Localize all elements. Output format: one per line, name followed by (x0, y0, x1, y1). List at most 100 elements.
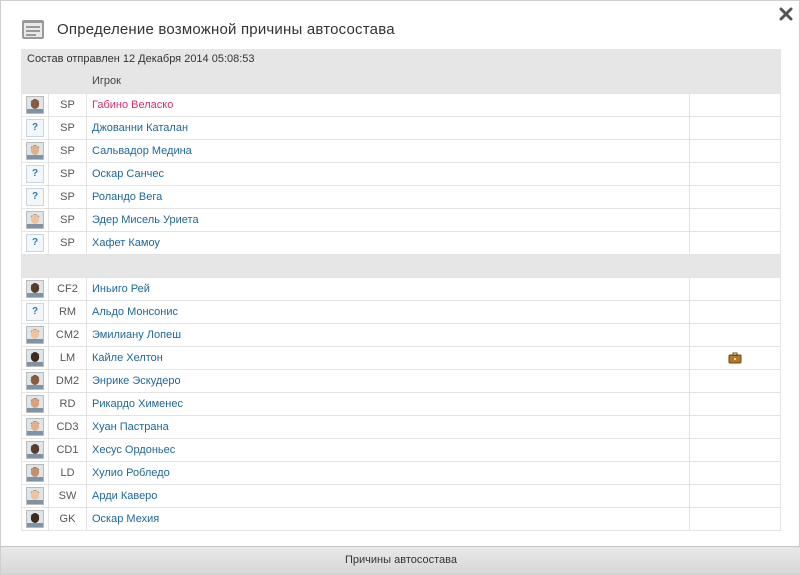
avatar (26, 96, 44, 114)
folder-icon (21, 17, 45, 41)
position-cell: SP (48, 139, 87, 163)
extra-cell (689, 484, 781, 508)
avatar-cell (21, 461, 49, 485)
player-name-link[interactable]: Кайле Хелтон (86, 346, 690, 370)
avatar-cell (21, 392, 49, 416)
position-cell: SP (48, 185, 87, 209)
player-name-link[interactable]: Энрике Эскудеро (86, 369, 690, 393)
table-row: ? SP Оскар Санчес (21, 162, 781, 186)
position-cell: LD (48, 461, 87, 485)
avatar-cell (21, 484, 49, 508)
table-row: SW Арди Каверо (21, 484, 781, 508)
table-row: CD1 Хесус Ордоньес (21, 438, 781, 462)
avatar-cell (21, 438, 49, 462)
table-row: ? SP Роландо Вега (21, 185, 781, 209)
position-cell: CD1 (48, 438, 87, 462)
avatar (26, 349, 44, 367)
avatar-cell (21, 507, 49, 531)
player-name-link[interactable]: Хуан Пастрана (86, 415, 690, 439)
briefcase-icon[interactable] (728, 352, 742, 364)
position-cell: SP (48, 116, 87, 140)
avatar (26, 510, 44, 528)
table-header: Игрок (21, 69, 781, 93)
extra-cell (689, 208, 781, 232)
extra-cell (689, 162, 781, 186)
table-row: LD Хулио Робледо (21, 461, 781, 485)
extra-cell (689, 277, 781, 301)
extra-cell (689, 323, 781, 347)
player-name-link[interactable]: Иньиго Рей (86, 277, 690, 301)
player-name-link[interactable]: Габино Веласко (86, 93, 690, 117)
avatar-cell (21, 93, 49, 117)
table-row: CD3 Хуан Пастрана (21, 415, 781, 439)
player-name-link[interactable]: Альдо Монсонис (86, 300, 690, 324)
avatar-cell (21, 369, 49, 393)
reasons-button-label: Причины автосостава (345, 554, 457, 566)
player-name-link[interactable]: Рикардо Хименес (86, 392, 690, 416)
table-row: ? RM Альдо Монсонис (21, 300, 781, 324)
avatar (26, 487, 44, 505)
position-cell: SW (48, 484, 87, 508)
sent-timestamp: Состав отправлен 12 Декабря 2014 05:08:5… (21, 49, 781, 69)
extra-cell (689, 392, 781, 416)
player-name-link[interactable]: Сальвадор Медина (86, 139, 690, 163)
avatar (26, 211, 44, 229)
extra-cell (689, 438, 781, 462)
player-name-link[interactable]: Арди Каверо (86, 484, 690, 508)
position-cell: SP (48, 208, 87, 232)
dialog-header: Определение возможной причины автосостав… (21, 14, 781, 44)
extra-cell (689, 185, 781, 209)
player-name-link[interactable]: Джованни Каталан (86, 116, 690, 140)
table-row: DM2 Энрике Эскудеро (21, 369, 781, 393)
extra-cell (689, 231, 781, 255)
extra-cell (689, 369, 781, 393)
page-title: Определение возможной причины автосостав… (57, 20, 395, 38)
player-name-link[interactable]: Эдер Мисель Уриета (86, 208, 690, 232)
group-separator (21, 254, 781, 278)
table-row: ? SP Джованни Каталан (21, 116, 781, 140)
players-table: SP Габино Веласко? SP Джованни Каталан SP Сал… (21, 93, 781, 531)
player-name-link[interactable]: Хулио Робледо (86, 461, 690, 485)
avatar-cell (21, 323, 49, 347)
avatar (26, 372, 44, 390)
avatar-cell (21, 208, 49, 232)
unknown-avatar-icon: ? (26, 188, 44, 206)
position-cell: DM2 (48, 369, 87, 393)
table-row: CM2 Эмилиану Лопеш (21, 323, 781, 347)
reasons-button[interactable]: Причины автосостава (1, 546, 800, 574)
position-cell: CD3 (48, 415, 87, 439)
extra-cell (689, 461, 781, 485)
player-name-link[interactable]: Оскар Мехия (86, 507, 690, 531)
player-name-link[interactable]: Хесус Ордоньес (86, 438, 690, 462)
unknown-avatar-icon: ? (26, 234, 44, 252)
unknown-avatar-icon: ? (26, 119, 44, 137)
table-row: SP Эдер Мисель Уриета (21, 208, 781, 232)
extra-cell (689, 415, 781, 439)
avatar-cell: ? (21, 116, 49, 140)
avatar (26, 326, 44, 344)
table-row: LM Кайле Хелтон (21, 346, 781, 370)
player-name-link[interactable]: Эмилиану Лопеш (86, 323, 690, 347)
table-row: GK Оскар Мехия (21, 507, 781, 531)
unknown-avatar-icon: ? (26, 303, 44, 321)
avatar-cell (21, 346, 49, 370)
extra-cell (689, 300, 781, 324)
player-name-link[interactable]: Оскар Санчес (86, 162, 690, 186)
lineup-panel: Состав отправлен 12 Декабря 2014 05:08:5… (21, 49, 781, 531)
dialog-window: Определение возможной причины автосостав… (0, 0, 800, 575)
table-row: ? SP Хафет Камоу (21, 231, 781, 255)
avatar (26, 395, 44, 413)
unknown-avatar-icon: ? (26, 165, 44, 183)
avatar-cell: ? (21, 185, 49, 209)
extra-cell (689, 116, 781, 140)
close-icon[interactable] (779, 7, 793, 21)
extra-cell (689, 139, 781, 163)
avatar (26, 418, 44, 436)
position-cell: LM (48, 346, 87, 370)
position-cell: CM2 (48, 323, 87, 347)
player-name-link[interactable]: Хафет Камоу (86, 231, 690, 255)
avatar-cell (21, 139, 49, 163)
extra-cell (689, 93, 781, 117)
player-name-link[interactable]: Роландо Вега (86, 185, 690, 209)
position-cell: RD (48, 392, 87, 416)
